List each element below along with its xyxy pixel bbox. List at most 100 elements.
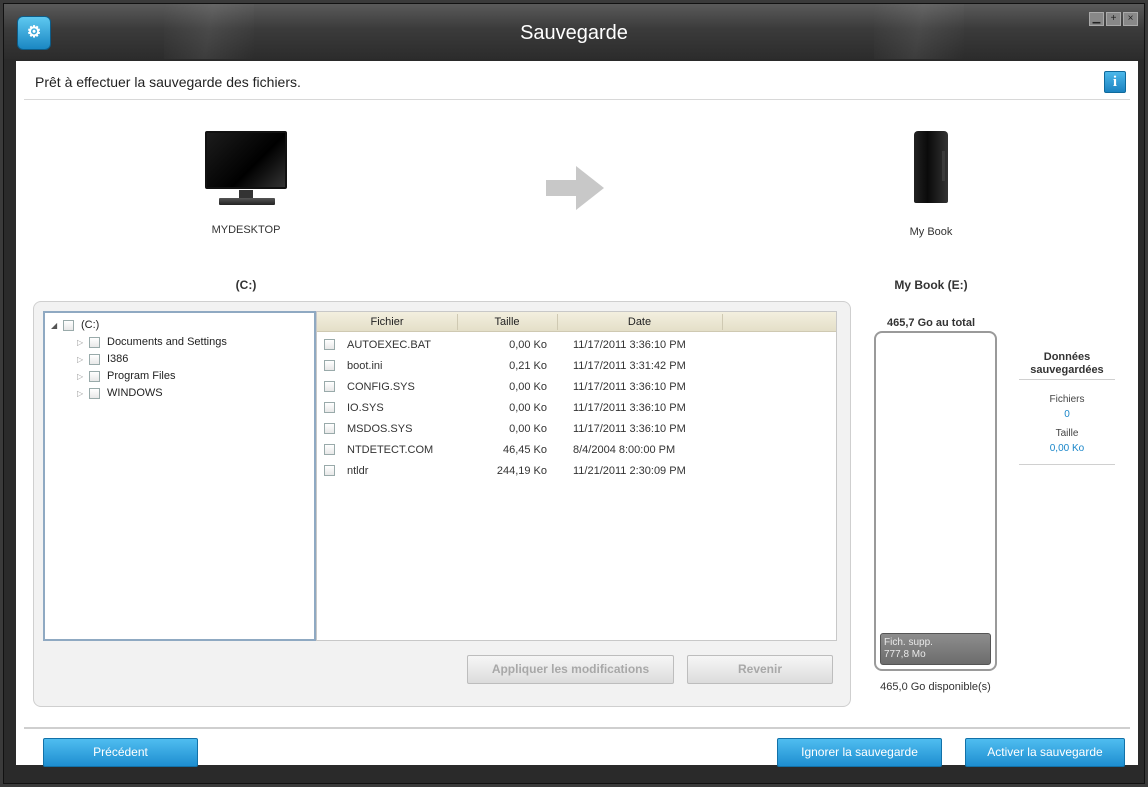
arrow-right-icon xyxy=(546,166,604,210)
column-header-date[interactable]: Date xyxy=(557,316,722,328)
collapsed-triangle-icon[interactable]: ▷ xyxy=(77,338,85,347)
file-date: 11/21/2011 2:30:09 PM xyxy=(573,465,686,477)
computer-monitor-icon xyxy=(205,131,287,189)
capacity-extra-size: 777,8 Mo xyxy=(884,649,926,660)
file-name: MSDOS.SYS xyxy=(347,423,413,435)
checkbox[interactable] xyxy=(89,336,100,348)
info-icon[interactable]: i xyxy=(1104,71,1126,93)
column-separator xyxy=(722,314,723,330)
target-drive-label: My Book (E:) xyxy=(894,278,968,292)
checkbox[interactable] xyxy=(324,402,335,413)
table-row[interactable]: ntldr 244,19 Ko 11/21/2011 2:30:09 PM xyxy=(317,461,836,481)
column-header-size[interactable]: Taille xyxy=(457,316,557,328)
file-date: 8/4/2004 8:00:00 PM xyxy=(573,444,676,456)
maximize-icon[interactable]: + xyxy=(1106,12,1121,26)
checkbox[interactable] xyxy=(324,381,335,392)
window-title: Sauvegarde xyxy=(520,22,628,44)
file-date: 11/17/2011 3:36:10 PM xyxy=(573,381,686,393)
tree-item-label: Documents and Settings xyxy=(107,336,227,348)
file-size: 0,00 Ko xyxy=(509,423,547,435)
checkbox[interactable] xyxy=(63,319,74,331)
checkbox[interactable] xyxy=(324,423,335,434)
capacity-total: 465,7 Go au total xyxy=(886,317,976,329)
saved-size-value: 0,00 Ko xyxy=(1049,443,1085,454)
file-name: boot.ini xyxy=(347,360,383,372)
tree-item-label: WINDOWS xyxy=(107,387,163,399)
tree-item[interactable]: ▷ WINDOWS xyxy=(77,386,163,400)
checkbox[interactable] xyxy=(324,444,335,455)
collapsed-triangle-icon[interactable]: ▷ xyxy=(77,355,85,364)
file-name: ntldr xyxy=(347,465,369,477)
table-row[interactable]: AUTOEXEC.BAT 0,00 Ko 11/17/2011 3:36:10 … xyxy=(317,335,836,355)
table-row[interactable]: NTDETECT.COM 46,45 Ko 8/4/2004 8:00:00 P… xyxy=(317,440,836,460)
file-size: 0,21 Ko xyxy=(509,360,547,372)
external-drive-icon xyxy=(914,131,948,203)
title-bar: ⚙ Sauvegarde ▁ + × xyxy=(4,4,1144,59)
file-date: 11/17/2011 3:36:10 PM xyxy=(573,402,686,414)
skip-backup-button[interactable]: Ignorer la sauvegarde xyxy=(777,738,942,767)
checkbox[interactable] xyxy=(89,370,100,382)
file-name: AUTOEXEC.BAT xyxy=(347,339,431,351)
column-header-file[interactable]: Fichier xyxy=(317,316,457,328)
capacity-available: 465,0 Go disponible(s) xyxy=(880,681,991,693)
status-message: Prêt à effectuer la sauvegarde des fichi… xyxy=(35,74,301,90)
window-controls: ▁ + × xyxy=(1089,12,1138,26)
revert-button[interactable]: Revenir xyxy=(687,655,833,684)
file-list[interactable]: Fichier Taille Date AUTOEXEC.BAT 0,00 Ko… xyxy=(316,311,837,641)
expanded-triangle-icon[interactable]: ◢ xyxy=(51,321,59,330)
table-row[interactable]: IO.SYS 0,00 Ko 11/17/2011 3:36:10 PM xyxy=(317,398,836,418)
tree-item-label: Program Files xyxy=(107,370,176,382)
apply-changes-button[interactable]: Appliquer les modifications xyxy=(467,655,674,684)
divider xyxy=(1019,379,1115,380)
app-window: ⚙ Sauvegarde ▁ + × Prêt à effectuer la s… xyxy=(3,3,1145,784)
capacity-gauge: Fich. supp. 777,8 Mo xyxy=(874,331,997,671)
file-size: 0,00 Ko xyxy=(509,402,547,414)
file-size: 46,45 Ko xyxy=(502,444,547,456)
saved-size-label: Taille xyxy=(1055,428,1079,439)
saved-files-value: 0 xyxy=(1064,409,1070,420)
tree-item[interactable]: ▷ Documents and Settings xyxy=(77,335,227,349)
main-content: Prêt à effectuer la sauvegarde des fichi… xyxy=(16,61,1138,767)
tree-root[interactable]: ◢ (C:) xyxy=(51,318,99,332)
file-date: 11/17/2011 3:36:10 PM xyxy=(573,339,686,351)
checkbox[interactable] xyxy=(324,465,335,476)
close-icon[interactable]: × xyxy=(1123,12,1138,26)
tree-item[interactable]: ▷ I386 xyxy=(77,352,128,366)
minimize-icon[interactable]: ▁ xyxy=(1089,12,1104,26)
activate-backup-button[interactable]: Activer la sauvegarde xyxy=(965,738,1125,767)
folder-tree[interactable]: ◢ (C:) ▷ Documents and Settings ▷ I386 ▷… xyxy=(43,311,316,641)
source-drive-label: (C:) xyxy=(235,278,257,292)
collapsed-triangle-icon[interactable]: ▷ xyxy=(77,372,85,381)
file-size: 0,00 Ko xyxy=(509,381,547,393)
divider xyxy=(1019,464,1115,465)
tree-item[interactable]: ▷ Program Files xyxy=(77,369,175,383)
checkbox[interactable] xyxy=(89,387,100,399)
divider xyxy=(24,727,1130,729)
file-date: 11/17/2011 3:31:42 PM xyxy=(573,360,686,372)
checkbox[interactable] xyxy=(324,339,335,350)
previous-button[interactable]: Précédent xyxy=(43,738,198,767)
file-name: NTDETECT.COM xyxy=(347,444,434,456)
target-device-name: My Book xyxy=(909,226,953,238)
checkbox[interactable] xyxy=(324,360,335,371)
saved-files-label: Fichiers xyxy=(1049,394,1085,405)
table-row[interactable]: CONFIG.SYS 0,00 Ko 11/17/2011 3:36:10 PM xyxy=(317,377,836,397)
file-size: 244,19 Ko xyxy=(496,465,547,477)
capacity-extra-label: Fich. supp. xyxy=(884,637,933,648)
table-row[interactable]: MSDOS.SYS 0,00 Ko 11/17/2011 3:36:10 PM xyxy=(317,419,836,439)
file-size: 0,00 Ko xyxy=(509,339,547,351)
divider xyxy=(24,99,1130,100)
monitor-base xyxy=(219,198,275,205)
file-date: 11/17/2011 3:36:10 PM xyxy=(573,423,686,435)
tree-root-label: (C:) xyxy=(81,319,100,331)
file-list-header: Fichier Taille Date xyxy=(317,312,836,332)
capacity-used-fill: Fich. supp. 777,8 Mo xyxy=(880,633,991,665)
checkbox[interactable] xyxy=(89,353,100,365)
source-computer-name: MYDESKTOP xyxy=(211,224,281,236)
collapsed-triangle-icon[interactable]: ▷ xyxy=(77,389,85,398)
file-name: CONFIG.SYS xyxy=(347,381,415,393)
tree-item-label: I386 xyxy=(107,353,129,365)
saved-data-title: Données sauvegardées xyxy=(1030,351,1104,376)
file-name: IO.SYS xyxy=(347,402,384,414)
table-row[interactable]: boot.ini 0,21 Ko 11/17/2011 3:31:42 PM xyxy=(317,356,836,376)
